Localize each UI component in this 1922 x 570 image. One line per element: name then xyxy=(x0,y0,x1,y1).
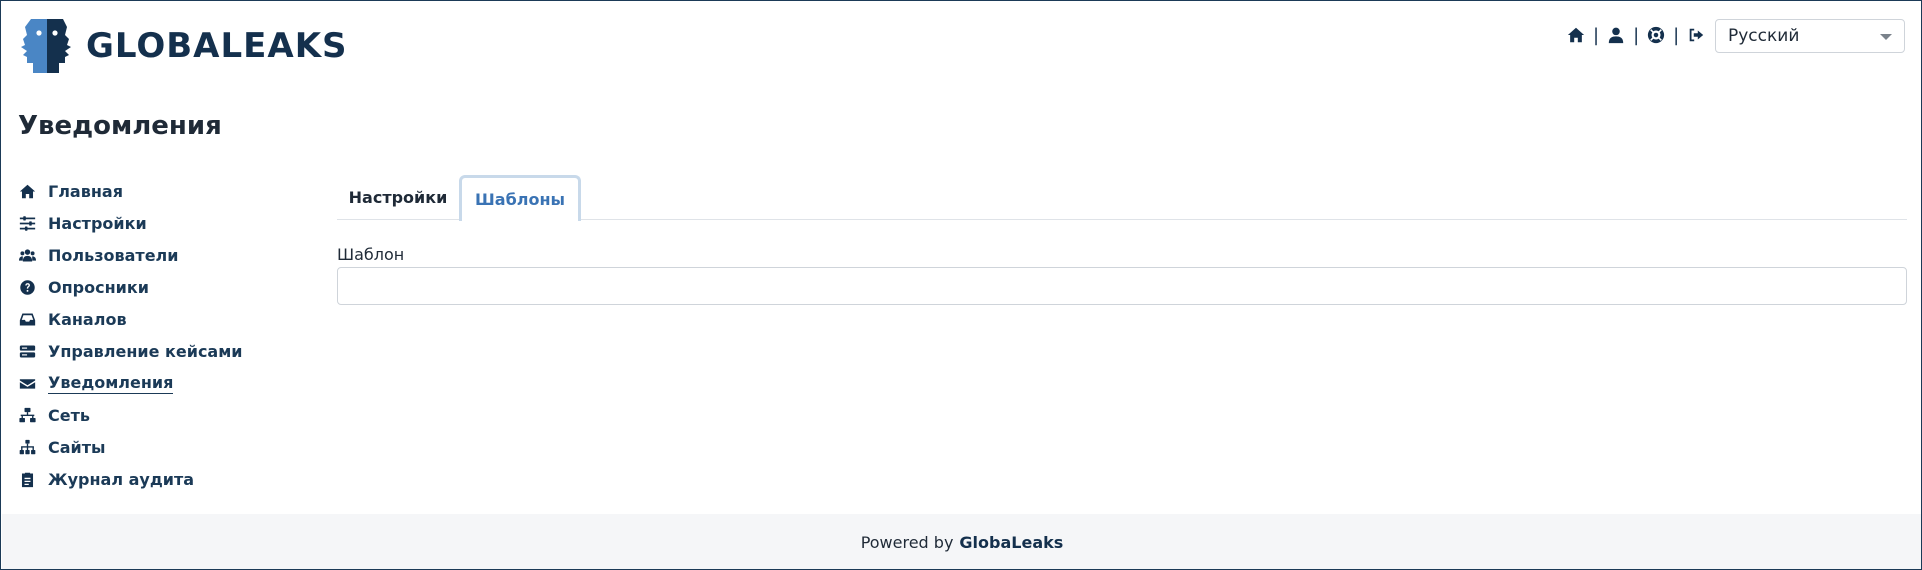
app-window: GLOBALEAKS | | | Русский Уведомления Гла… xyxy=(0,0,1922,570)
sidebar-item-sites[interactable]: Сайты xyxy=(17,431,277,463)
logout-icon[interactable] xyxy=(1685,23,1707,47)
tab-label: Настройки xyxy=(348,187,448,207)
sidebar-item-label: Главная xyxy=(48,181,123,201)
inbox-icon xyxy=(17,309,37,329)
sliders-icon xyxy=(17,213,37,233)
template-field-label: Шаблон xyxy=(337,245,405,264)
language-select[interactable]: Русский xyxy=(1715,19,1905,53)
sidebar-item-label: Журнал аудита xyxy=(48,469,195,489)
envelope-icon xyxy=(17,373,37,393)
nav-separator: | xyxy=(1633,24,1640,46)
sidebar-item-label: Пользователи xyxy=(48,245,179,265)
question-circle-icon xyxy=(17,277,37,297)
clipboard-icon xyxy=(17,469,37,489)
sidebar-item-questionnaires[interactable]: Опросники xyxy=(17,271,277,303)
user-icon[interactable] xyxy=(1605,23,1627,47)
sidebar-item-audit-log[interactable]: Журнал аудита xyxy=(17,463,277,495)
sidebar-item-notifications[interactable]: Уведомления xyxy=(17,367,277,399)
sidebar-item-label: Уведомления xyxy=(48,372,174,394)
sidebar-item-label: Сайты xyxy=(48,437,106,457)
nav-separator: | xyxy=(1673,24,1680,46)
nav-separator: | xyxy=(1593,24,1600,46)
footer-powered-by: Powered by xyxy=(860,532,954,552)
sidebar-item-channels[interactable]: Каналов xyxy=(17,303,277,335)
page-title: Уведомления xyxy=(18,111,222,141)
home-icon[interactable] xyxy=(1565,23,1587,47)
tab-settings[interactable]: Настройки xyxy=(337,175,459,219)
home-icon xyxy=(17,181,37,201)
logo-faces-icon xyxy=(21,19,71,73)
sidebar-item-label: Каналов xyxy=(48,309,127,329)
sidebar-item-label: Сеть xyxy=(48,405,90,425)
template-select[interactable] xyxy=(337,267,1907,305)
tab-bar: Настройки Шаблоны xyxy=(337,175,1907,221)
chevron-down-icon xyxy=(1880,34,1892,40)
sidebar-item-settings[interactable]: Настройки xyxy=(17,207,277,239)
sidebar-item-label: Опросники xyxy=(48,277,149,297)
sidebar-item-network[interactable]: Сеть xyxy=(17,399,277,431)
sidebar-item-home[interactable]: Главная xyxy=(17,175,277,207)
sidebar-item-label: Управление кейсами xyxy=(48,341,243,361)
footer-brand-link[interactable]: GlobaLeaks xyxy=(959,533,1063,552)
sitemap-icon xyxy=(17,437,37,457)
users-icon xyxy=(17,245,37,265)
language-select-value: Русский xyxy=(1728,26,1800,46)
support-icon[interactable] xyxy=(1645,23,1667,47)
network-icon xyxy=(17,405,37,425)
footer: Powered by GlobaLeaks xyxy=(2,514,1921,569)
logo-text: GLOBALEAKS xyxy=(86,26,348,66)
server-icon xyxy=(17,341,37,361)
sidebar-item-case-management[interactable]: Управление кейсами xyxy=(17,335,277,367)
globaleaks-logo[interactable]: GLOBALEAKS xyxy=(17,17,348,75)
sidebar-item-label: Настройки xyxy=(48,213,147,233)
sidebar-item-users[interactable]: Пользователи xyxy=(17,239,277,271)
sidebar: Главная Настройки Пользователи Опросники… xyxy=(17,175,277,495)
tab-label: Шаблоны xyxy=(475,190,565,209)
top-nav: | | | xyxy=(1565,23,1707,47)
tab-templates[interactable]: Шаблоны xyxy=(459,175,581,221)
